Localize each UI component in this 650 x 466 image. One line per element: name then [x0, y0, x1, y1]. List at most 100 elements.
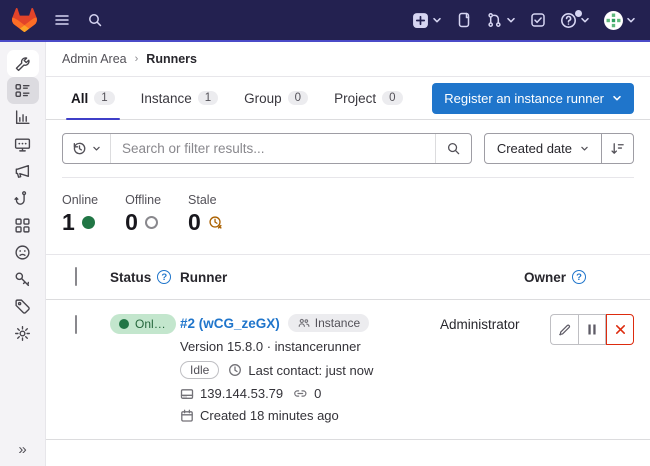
sort-descending-icon: [610, 141, 625, 156]
edit-runner-button[interactable]: [550, 314, 578, 345]
chevron-down-icon: [612, 94, 622, 102]
breadcrumb: Admin Area › Runners: [46, 42, 650, 77]
megaphone-icon: [14, 163, 31, 180]
status-badge: Online: [110, 314, 176, 334]
sidebar-item-admin-area[interactable]: [7, 50, 39, 77]
tab-all[interactable]: All 1: [62, 77, 124, 119]
clock-icon: [228, 363, 242, 377]
runner-type-label: Instance: [315, 316, 360, 330]
tab-count-badge: 1: [198, 91, 218, 105]
applications-grid-icon: [14, 217, 31, 234]
sidebar-item-labels[interactable]: [7, 293, 39, 320]
hamburger-menu-button[interactable]: [54, 12, 70, 28]
admin-sidebar: »: [0, 42, 46, 466]
sidebar-item-settings[interactable]: [7, 320, 39, 347]
link-icon: [293, 387, 308, 400]
status-column-header: Status: [110, 270, 151, 285]
bar-chart-icon: [14, 109, 31, 126]
pause-runner-button[interactable]: [578, 314, 606, 345]
owner-link[interactable]: Administrator: [440, 317, 520, 332]
history-icon: [72, 141, 87, 156]
sort-by-label: Created date: [497, 141, 572, 156]
stat-value: 0: [125, 211, 138, 234]
sidebar-collapse-button[interactable]: »: [0, 441, 45, 458]
runner-version-line: Version 15.8.0 · instancerunner: [180, 339, 432, 354]
issues-button[interactable]: [456, 12, 472, 28]
task-done-icon: [530, 12, 546, 28]
hamburger-icon: [54, 12, 70, 28]
status-help-icon[interactable]: ?: [157, 270, 171, 284]
row-checkbox[interactable]: [75, 315, 77, 334]
search-submit-button[interactable]: [435, 134, 471, 163]
runner-table-row: Online #2 (wCG_zeGX) Instance Version 15…: [46, 300, 650, 440]
stat-online: Online 1: [62, 193, 98, 234]
merge-requests-button[interactable]: [486, 12, 516, 28]
tab-label: Group: [244, 91, 282, 106]
chevron-down-icon: [506, 16, 516, 24]
face-icon: [14, 244, 31, 261]
runner-column-header: Runner: [180, 270, 227, 285]
overview-icon: [14, 82, 31, 99]
runner-stats: Online 1 Offline 0 Stale 0: [62, 177, 634, 254]
key-icon: [14, 271, 31, 288]
runner-type-badge: Instance: [288, 314, 369, 332]
owner-help-icon[interactable]: ?: [572, 270, 586, 284]
stat-stale: Stale 0: [188, 193, 223, 234]
notification-dot: [575, 10, 582, 17]
tabs-row: All 1 Instance 1 Group 0 Project 0 Regis…: [46, 77, 650, 120]
chevron-down-icon: [580, 145, 589, 152]
filter-row: Created date: [46, 120, 650, 164]
issues-icon: [456, 12, 472, 28]
labels-icon: [14, 298, 31, 315]
tab-count-badge: 1: [94, 91, 114, 105]
search-input[interactable]: [111, 134, 435, 163]
sidebar-item-abuse-reports[interactable]: [7, 239, 39, 266]
new-menu-button[interactable]: [412, 12, 442, 29]
help-button[interactable]: [560, 12, 590, 29]
runner-version-text: Version 15.8.0 · instancerunner: [180, 339, 361, 354]
search-icon: [87, 12, 103, 28]
tab-project[interactable]: Project 0: [325, 77, 411, 119]
user-avatar-button[interactable]: [604, 11, 636, 30]
stat-value: 1: [62, 211, 75, 234]
merge-request-icon: [486, 12, 503, 28]
runner-link[interactable]: #2 (wCG_zeGX): [180, 316, 280, 331]
stat-label: Online: [62, 193, 98, 207]
chevron-down-icon: [432, 16, 442, 24]
sidebar-item-monitoring[interactable]: [7, 131, 39, 158]
wrench-icon: [14, 55, 31, 72]
sidebar-item-analytics[interactable]: [7, 104, 39, 131]
gitlab-logo[interactable]: [12, 8, 37, 32]
register-instance-runner-button[interactable]: Register an instance runner: [432, 83, 634, 114]
sidebar-item-overview[interactable]: [7, 77, 39, 104]
tab-instance[interactable]: Instance 1: [132, 77, 227, 119]
tab-label: Instance: [141, 91, 192, 106]
runner-ip-text: 139.144.53.79: [200, 386, 283, 401]
sidebar-item-messages[interactable]: [7, 158, 39, 185]
runner-jobs-count: 0: [314, 386, 321, 401]
breadcrumb-admin-area[interactable]: Admin Area: [62, 52, 127, 66]
select-all-checkbox[interactable]: [75, 267, 77, 286]
sort-direction-button[interactable]: [601, 134, 633, 163]
sidebar-item-system-hooks[interactable]: [7, 185, 39, 212]
todos-button[interactable]: [530, 12, 546, 28]
filtered-search-bar: [62, 133, 472, 164]
stat-label: Offline: [125, 193, 161, 207]
pencil-icon: [558, 323, 572, 337]
chevron-down-icon: [92, 145, 101, 152]
stat-label: Stale: [188, 193, 223, 207]
sidebar-item-credentials[interactable]: [7, 266, 39, 293]
status-stale-icon: [208, 215, 223, 230]
sort-by-dropdown[interactable]: Created date: [485, 134, 601, 163]
top-navbar: [0, 0, 650, 42]
search-icon: [446, 141, 461, 156]
search-button[interactable]: [87, 12, 103, 28]
sort-control: Created date: [484, 133, 634, 164]
delete-runner-button[interactable]: [606, 314, 634, 345]
tab-group[interactable]: Group 0: [235, 77, 317, 119]
monitor-icon: [14, 136, 31, 153]
status-badge-label: Online: [135, 317, 167, 331]
search-history-dropdown[interactable]: [63, 134, 111, 163]
last-contact-text: Last contact: just now: [248, 363, 373, 378]
sidebar-item-applications[interactable]: [7, 212, 39, 239]
